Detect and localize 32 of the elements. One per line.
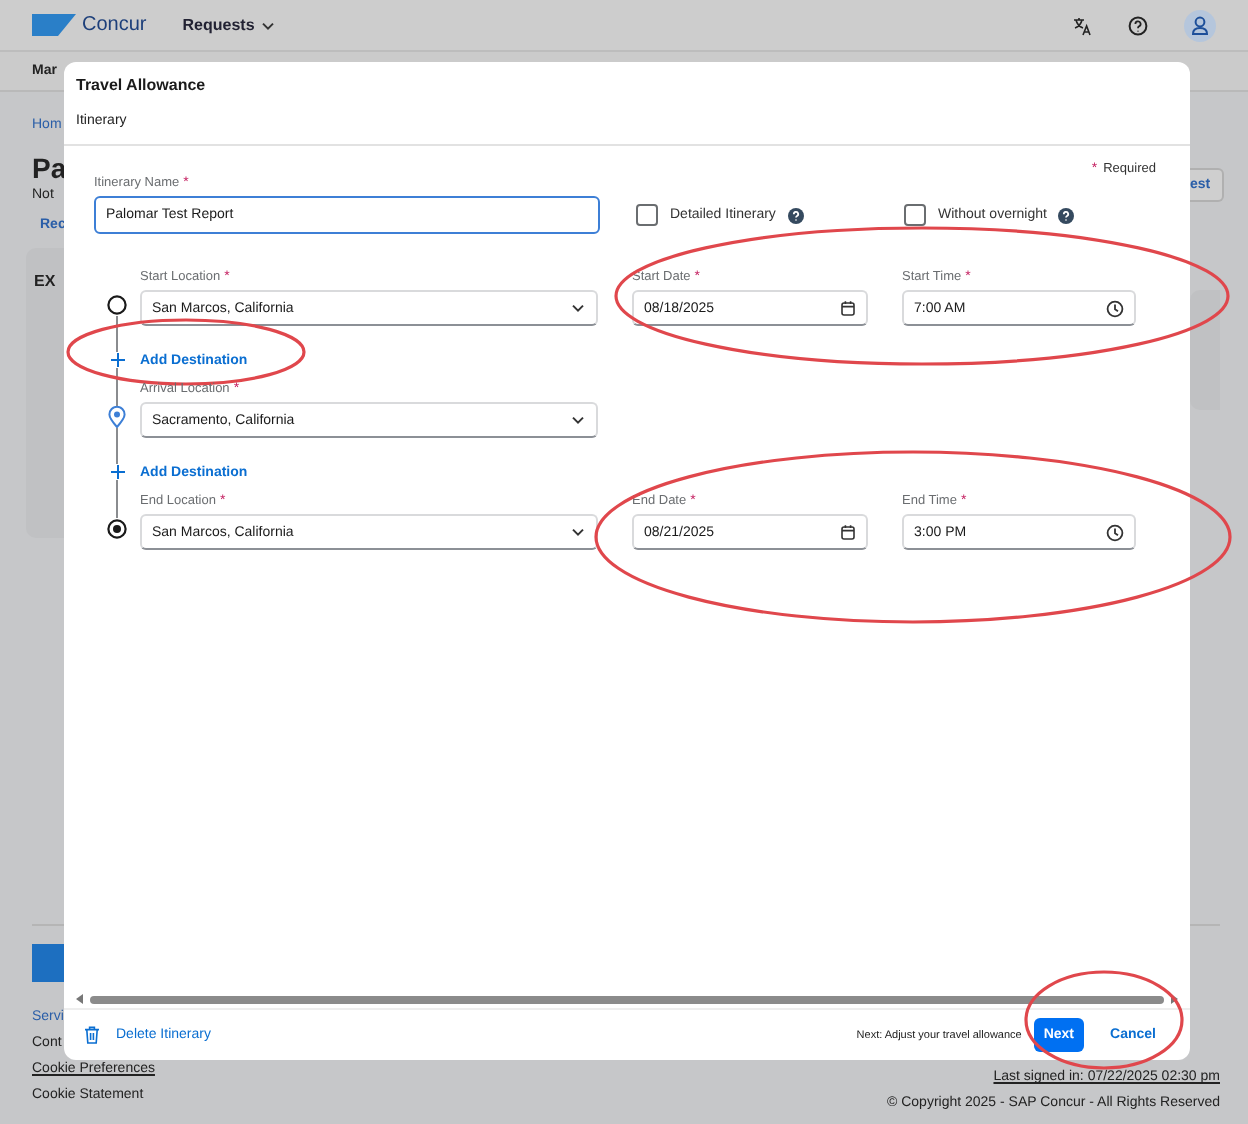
clock-icon	[1106, 299, 1124, 317]
location-pin-icon	[108, 406, 126, 428]
chevron-down-icon	[570, 300, 586, 316]
logo-text: Concur	[82, 14, 147, 36]
scrollbar-thumb[interactable]	[90, 995, 1164, 1003]
target-icon	[106, 518, 128, 540]
requests-menu[interactable]: Requests	[182, 16, 277, 34]
clock-icon	[1106, 523, 1124, 541]
scroll-right-icon[interactable]	[1170, 994, 1178, 1004]
circle-icon	[106, 294, 128, 316]
chevron-down-icon	[570, 524, 586, 540]
card-title: EX	[34, 272, 56, 290]
sap-logo-icon	[32, 944, 64, 982]
checkbox[interactable]	[636, 204, 658, 226]
background-card	[1190, 290, 1220, 410]
translate-icon[interactable]	[1072, 15, 1092, 35]
page-title: Pa	[32, 152, 67, 184]
help-icon[interactable]	[1058, 207, 1075, 223]
chevron-down-icon	[260, 17, 277, 33]
chevron-down-icon	[570, 412, 586, 428]
logo-icon	[32, 14, 76, 36]
plus-icon	[109, 352, 125, 368]
dialog-title: Travel Allowance	[76, 76, 208, 94]
help-icon[interactable]	[1128, 15, 1148, 35]
scroll-left-icon[interactable]	[76, 994, 84, 1004]
plus-icon	[109, 464, 125, 480]
checkbox[interactable]	[904, 204, 926, 226]
calendar-icon	[840, 300, 856, 316]
trash-icon	[84, 1026, 100, 1044]
calendar-icon	[840, 524, 856, 540]
help-icon[interactable]	[787, 207, 804, 223]
user-avatar-icon[interactable]	[1184, 9, 1216, 41]
